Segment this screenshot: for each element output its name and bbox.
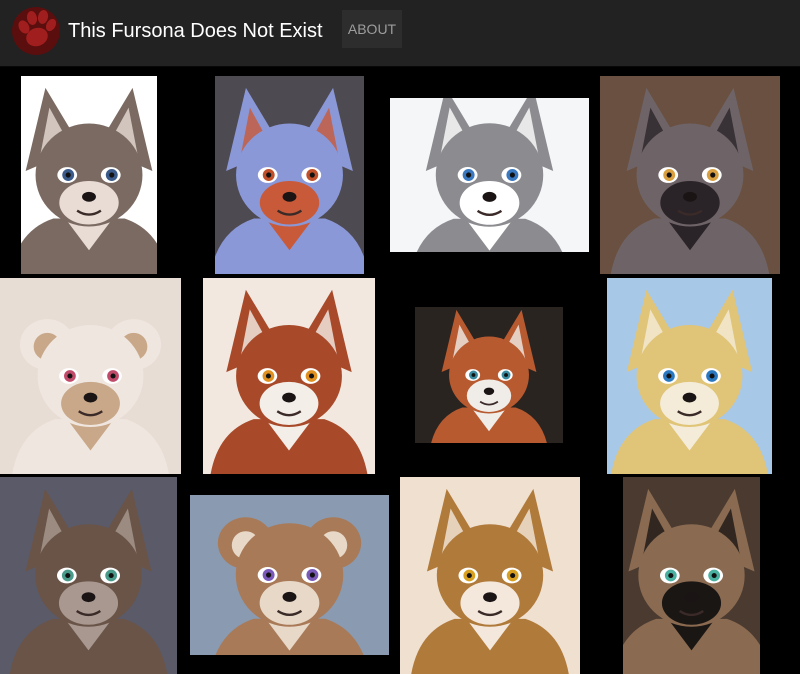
red-brown-fox-image <box>203 278 375 474</box>
grey-husky-portrait[interactable] <box>390 98 589 252</box>
blonde-rabbit-portrait[interactable] <box>0 278 181 474</box>
brown-cat-image <box>190 495 389 655</box>
red-panda-image <box>415 307 563 443</box>
top-navbar: This Fursona Does Not Exist ABOUT <box>0 0 800 67</box>
golden-fox-girl-portrait[interactable] <box>400 477 580 674</box>
grey-wolf-image <box>21 76 157 274</box>
blue-fox-image <box>215 76 364 274</box>
site-title: This Fursona Does Not Exist <box>68 20 323 42</box>
golden-fox-girl-image <box>400 477 580 674</box>
portrait-gallery <box>0 0 800 674</box>
brand-link[interactable]: This Fursona Does Not Exist <box>10 6 323 56</box>
brown-cat-portrait[interactable] <box>190 495 389 655</box>
brown-wolf-portrait[interactable] <box>0 477 177 674</box>
dark-hair-image <box>600 76 780 274</box>
grey-wolf-portrait[interactable] <box>21 76 157 274</box>
black-hair-jackal-portrait[interactable] <box>623 477 760 674</box>
red-brown-fox-portrait[interactable] <box>203 278 375 474</box>
yellow-wolf-image <box>607 278 772 474</box>
dark-hair-portrait[interactable] <box>600 76 780 274</box>
about-link[interactable]: ABOUT <box>342 10 402 48</box>
black-hair-jackal-image <box>623 477 760 674</box>
red-panda-portrait[interactable] <box>415 307 563 443</box>
blonde-rabbit-image <box>0 278 181 474</box>
brown-wolf-image <box>0 477 177 674</box>
blue-fox-portrait[interactable] <box>215 76 364 274</box>
paw-print-icon <box>12 7 60 55</box>
grey-husky-image <box>390 98 589 252</box>
yellow-wolf-portrait[interactable] <box>607 278 772 474</box>
